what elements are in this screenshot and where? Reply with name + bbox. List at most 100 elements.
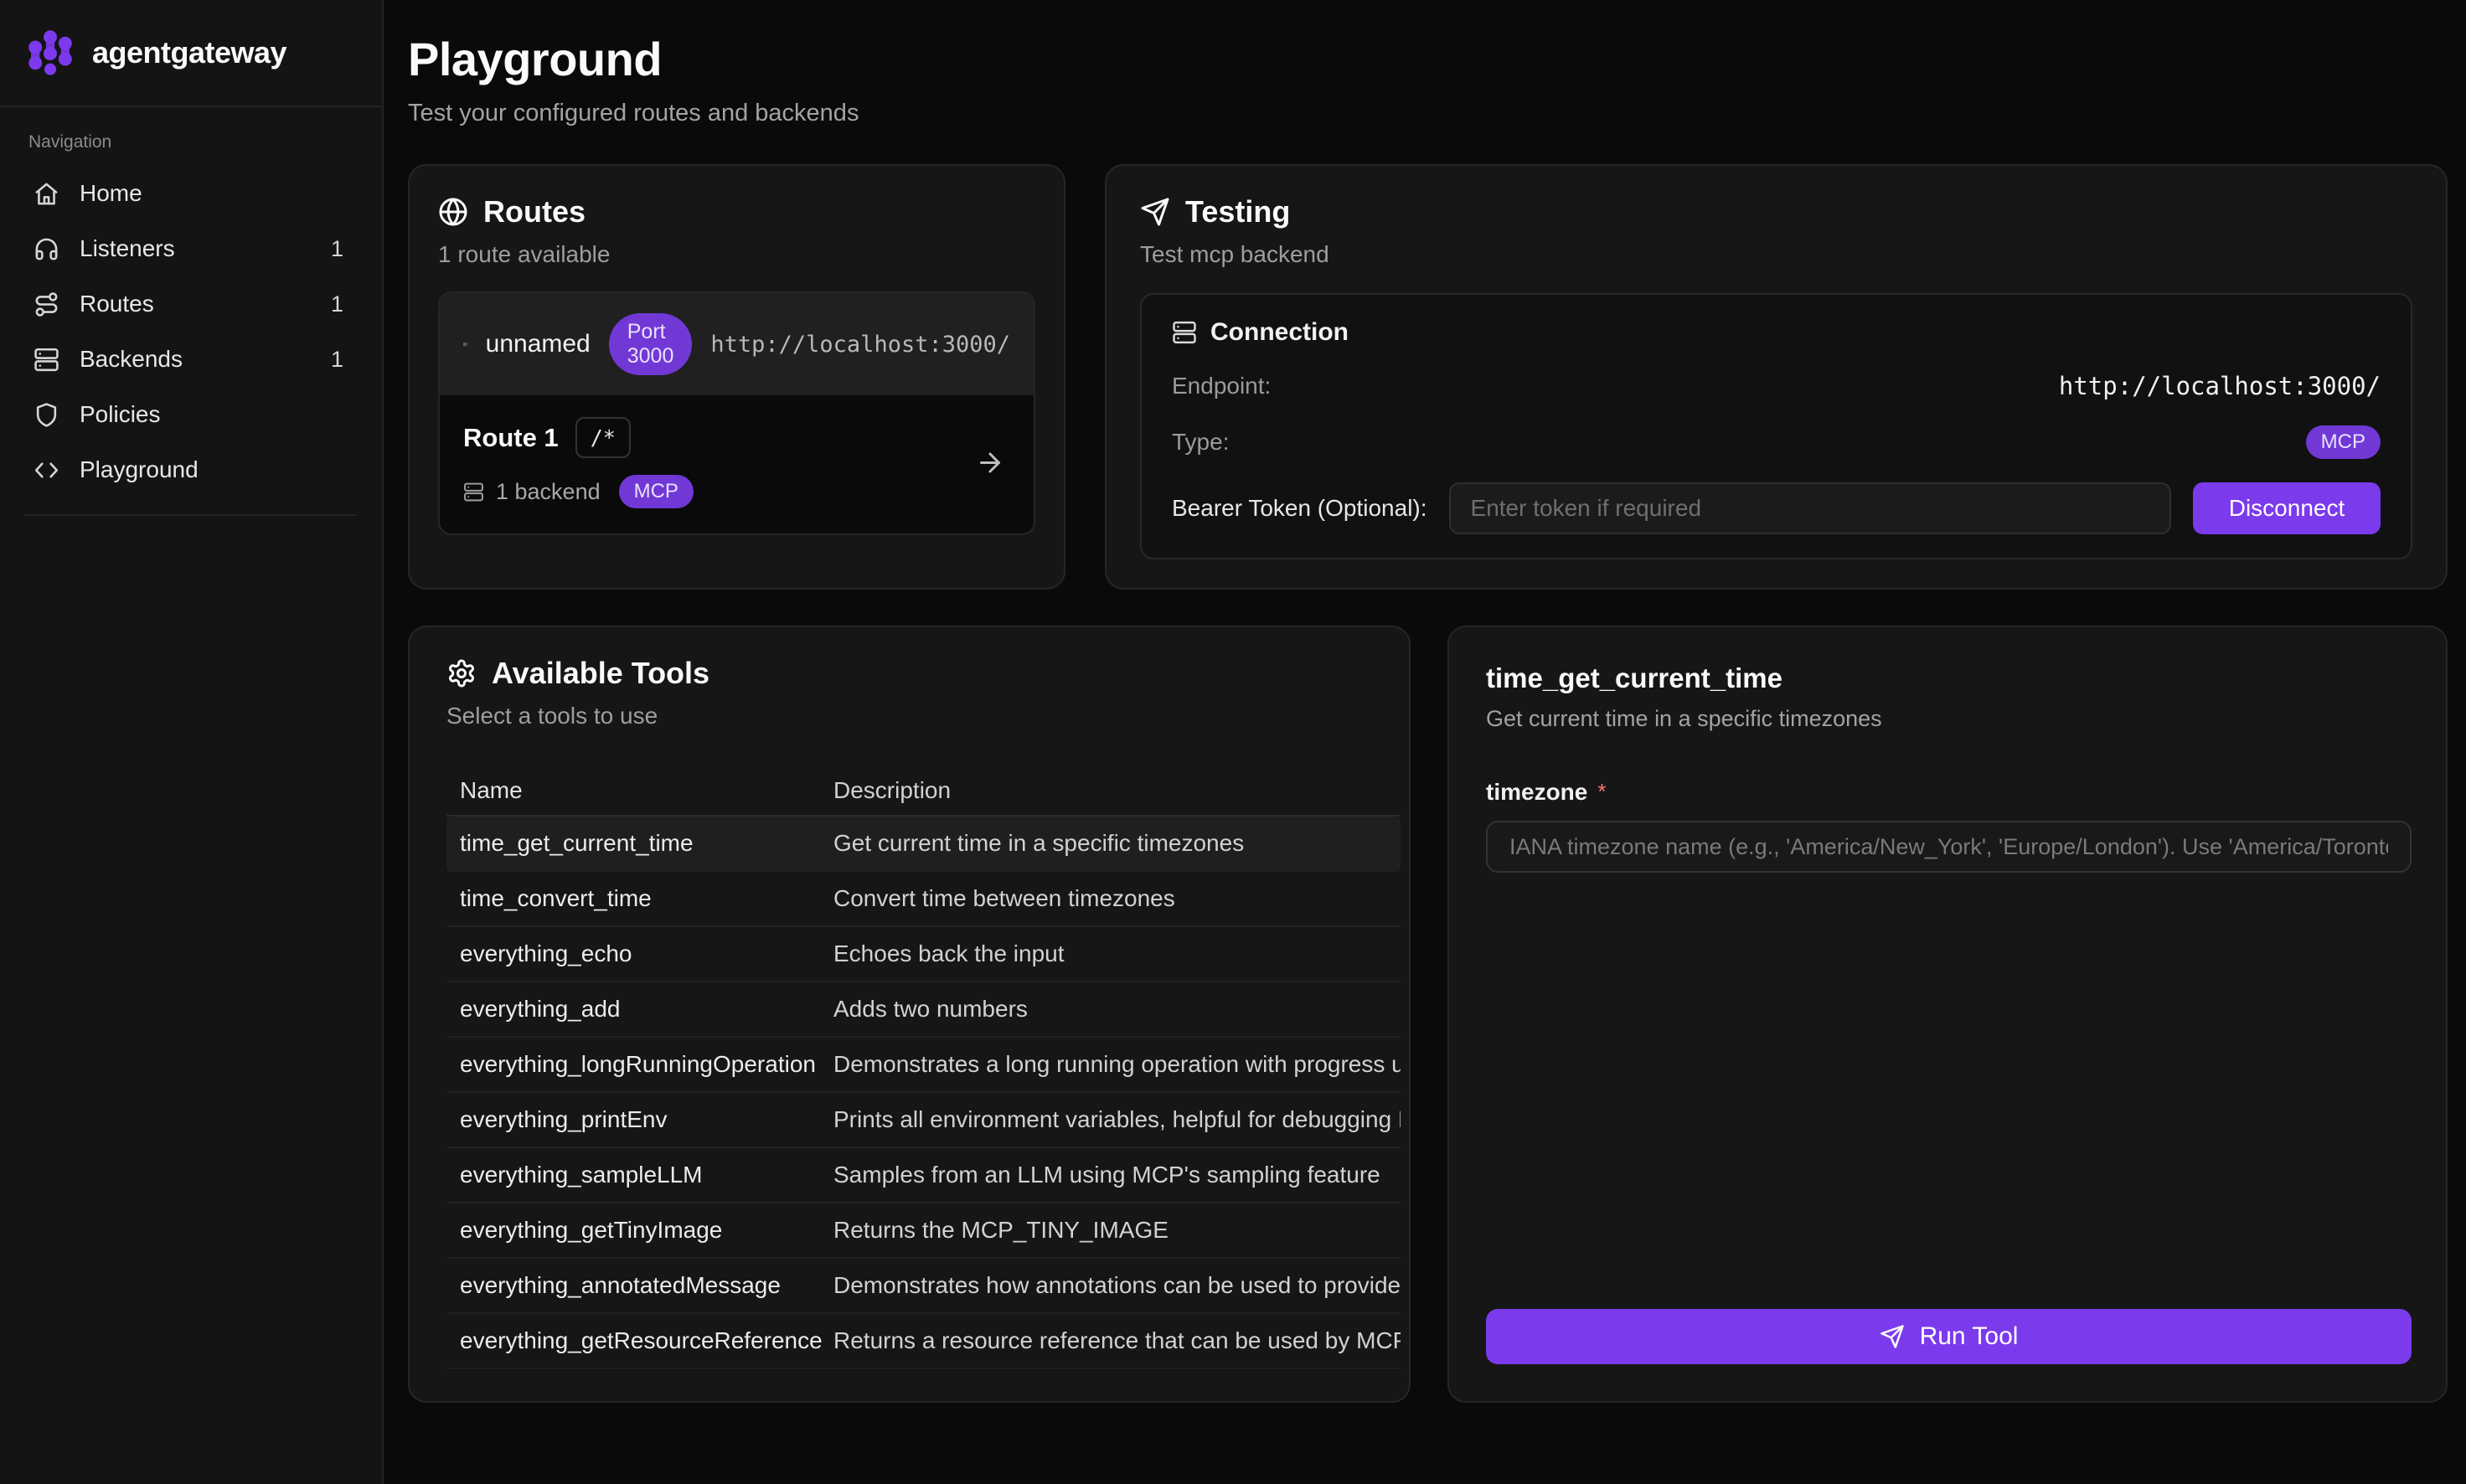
- route-protocol-badge: MCP: [619, 475, 694, 508]
- connection-panel: Connection Endpoint: http://localhost:30…: [1140, 293, 2412, 559]
- nav-section-label: Navigation: [28, 132, 359, 152]
- tool-row-everything_getTinyImage[interactable]: everything_getTinyImage Returns the MCP_…: [446, 1203, 1401, 1259]
- arrow-right-icon: [975, 447, 1005, 477]
- routes-card-subtitle: 1 route available: [438, 241, 1035, 268]
- endpoint-label: Endpoint:: [1172, 373, 1271, 399]
- route-backend-count: 1 backend: [496, 479, 601, 505]
- sidebar-item-label: Listeners: [80, 235, 175, 262]
- app-root: agentgateway Navigation Home Listeners 1…: [0, 0, 2466, 1484]
- sidebar-item-home[interactable]: Home: [23, 173, 359, 214]
- sidebar-item-label: Home: [80, 180, 142, 207]
- bearer-token-row: Bearer Token (Optional): Disconnect: [1172, 482, 2381, 534]
- timezone-input[interactable]: [1486, 821, 2412, 873]
- tool-description: Demonstrates a long running operation wi…: [833, 1051, 1401, 1078]
- tool-row-everything_longRunningOperation[interactable]: everything_longRunningOperation Demonstr…: [446, 1038, 1401, 1093]
- tool-description: Returns the MCP_TINY_IMAGE: [833, 1217, 1401, 1244]
- sidebar-item-playground[interactable]: Playground: [23, 449, 359, 491]
- endpoint-value: http://localhost:3000/: [2059, 372, 2381, 400]
- tool-name: everything_getResourceReference: [446, 1327, 833, 1354]
- page-title: Playground: [408, 32, 2448, 86]
- disconnect-button[interactable]: Disconnect: [2193, 482, 2381, 534]
- bearer-token-input[interactable]: [1449, 482, 2171, 534]
- tool-row-everything_add[interactable]: everything_add Adds two numbers: [446, 982, 1401, 1038]
- send-icon: [1880, 1324, 1905, 1349]
- type-label: Type:: [1172, 429, 1229, 456]
- tool-name: time_convert_time: [446, 885, 833, 912]
- tool-runner-subtitle: Get current time in a specific timezones: [1486, 706, 2412, 732]
- testing-card: Testing Test mcp backend Connection Endp…: [1105, 164, 2448, 590]
- tools-table-header: Name Description: [446, 766, 1401, 817]
- sidebar-item-label: Backends: [80, 346, 183, 373]
- listener-group: unnamed Port 3000 http://localhost:3000/…: [438, 291, 1035, 535]
- routes-card-title: Routes: [483, 194, 586, 229]
- route-open-arrow[interactable]: [975, 447, 1005, 482]
- testing-card-subtitle: Test mcp backend: [1140, 241, 2412, 268]
- bottom-cards-row: Available Tools Select a tools to use Na…: [408, 626, 2448, 1403]
- routes-card: Routes 1 route available unnamed Port 30…: [408, 164, 1065, 590]
- route-icon: [34, 291, 59, 317]
- sidebar-item-policies[interactable]: Policies: [23, 394, 359, 435]
- brand-header: agentgateway: [0, 0, 382, 107]
- tool-runner-panel: time_get_current_time Get current time i…: [1447, 626, 2448, 1403]
- home-icon: [34, 181, 59, 207]
- tool-description: Demonstrates how annotations can be used…: [833, 1272, 1401, 1299]
- tool-runner-title: time_get_current_time: [1486, 662, 2412, 694]
- top-cards-row: Routes 1 route available unnamed Port 30…: [408, 164, 2448, 590]
- headphones-icon: [34, 236, 59, 262]
- type-row: Type: MCP: [1172, 425, 2381, 459]
- tool-description: Adds two numbers: [833, 996, 1401, 1023]
- sidebar-item-backends[interactable]: Backends 1: [23, 338, 359, 380]
- required-marker: *: [1597, 779, 1606, 805]
- bearer-token-label: Bearer Token (Optional):: [1172, 495, 1427, 522]
- listener-name: unnamed: [486, 330, 591, 358]
- tools-card-title: Available Tools: [492, 656, 709, 691]
- run-tool-button[interactable]: Run Tool: [1486, 1309, 2412, 1364]
- tool-name: everything_add: [446, 996, 833, 1023]
- tool-row-everything_sampleLLM[interactable]: everything_sampleLLM Samples from an LLM…: [446, 1148, 1401, 1203]
- tool-row-everything_echo[interactable]: everything_echo Echoes back the input: [446, 927, 1401, 982]
- server-icon: [1172, 320, 1197, 345]
- sidebar-nav: Navigation Home Listeners 1 Routes 1 Bac…: [0, 107, 382, 516]
- timezone-field-label: timezone: [1486, 779, 1587, 806]
- sidebar-item-count: 1: [331, 236, 348, 262]
- sidebar-divider: [25, 514, 357, 516]
- route-row[interactable]: Route 1 /* 1 backend MCP: [440, 395, 1034, 533]
- main-content: Playground Test your configured routes a…: [384, 0, 2466, 1484]
- agentgateway-logo-icon: [25, 28, 75, 78]
- tool-row-everything_printEnv[interactable]: everything_printEnv Prints all environme…: [446, 1093, 1401, 1148]
- tool-row-time_convert_time[interactable]: time_convert_time Convert time between t…: [446, 872, 1401, 927]
- route-path-badge: /*: [575, 417, 631, 458]
- tool-description: Returns a resource reference that can be…: [833, 1327, 1401, 1354]
- sidebar-item-routes[interactable]: Routes 1: [23, 283, 359, 325]
- tools-card-subtitle: Select a tools to use: [446, 703, 1372, 729]
- send-icon: [1140, 197, 1170, 227]
- tool-description: Prints all environment variables, helpfu…: [833, 1106, 1401, 1133]
- route-name: Route 1: [463, 423, 559, 453]
- connection-title: Connection: [1210, 318, 1349, 347]
- page-subtitle: Test your configured routes and backends: [408, 100, 2448, 127]
- tool-row-time_get_current_time[interactable]: time_get_current_time Get current time i…: [446, 817, 1401, 872]
- tool-name: everything_echo: [446, 940, 833, 967]
- globe-icon: [438, 197, 468, 227]
- server-icon: [463, 482, 484, 502]
- testing-card-title: Testing: [1185, 194, 1290, 229]
- sidebar-item-listeners[interactable]: Listeners 1: [23, 228, 359, 270]
- server-icon: [463, 332, 467, 357]
- sidebar-item-label: Playground: [80, 456, 199, 483]
- column-header-description: Description: [833, 777, 1401, 804]
- server-icon: [34, 347, 59, 373]
- sidebar-item-count: 1: [331, 291, 348, 317]
- timezone-field-label-row: timezone *: [1486, 779, 2412, 806]
- gear-icon: [446, 658, 477, 688]
- run-tool-label: Run Tool: [1920, 1322, 2019, 1351]
- tool-name: everything_getTinyImage: [446, 1217, 833, 1244]
- tool-name: everything_annotatedMessage: [446, 1272, 833, 1299]
- tool-name: everything_printEnv: [446, 1106, 833, 1133]
- tool-row-everything_annotatedMessage[interactable]: everything_annotatedMessage Demonstrates…: [446, 1259, 1401, 1314]
- tool-name: time_get_current_time: [446, 830, 833, 857]
- port-badge: Port 3000: [609, 313, 693, 375]
- tool-description: Convert time between timezones: [833, 885, 1401, 912]
- tool-row-everything_getResourceReference[interactable]: everything_getResourceReference Returns …: [446, 1314, 1401, 1369]
- tool-description: Echoes back the input: [833, 940, 1401, 967]
- tools-table: Name Description time_get_current_time G…: [446, 766, 1401, 1369]
